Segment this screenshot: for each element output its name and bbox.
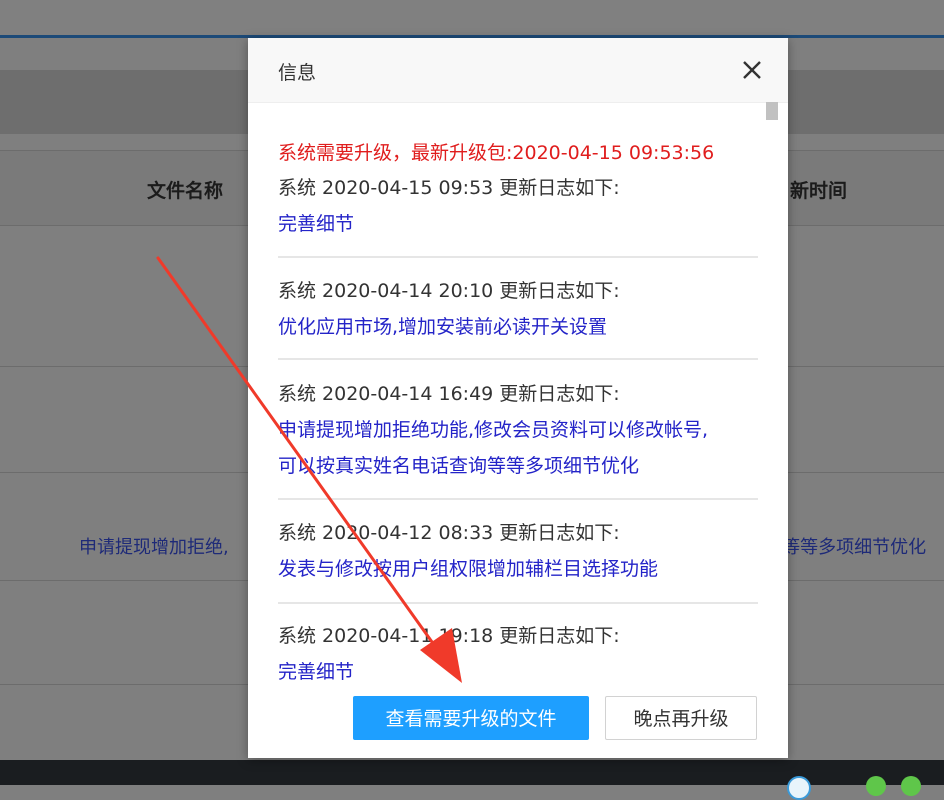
dialog-title: 信息 — [278, 62, 317, 84]
background-column-filename: 文件名称 — [147, 180, 224, 202]
changelog-entry-detail: 可以按真实姓名电话查询等等多项细节优化 — [278, 455, 640, 477]
changelog-entry: 系统 2020-04-14 16:49 更新日志如下: 申请提现增加拒绝功能,修… — [278, 376, 758, 484]
tray-status-icon[interactable] — [866, 776, 886, 796]
changelog-entry-detail: 发表与修改按用户组权限增加辅栏目选择功能 — [278, 558, 659, 580]
changelog-entry-detail: 完善细节 — [278, 661, 355, 683]
changelog-entry-title: 系统 2020-04-14 16:49 更新日志如下: — [278, 383, 620, 405]
changelog-entry-detail: 优化应用市场,增加安装前必读开关设置 — [278, 316, 608, 338]
changelog-entry: 系统 2020-04-14 20:10 更新日志如下: 优化应用市场,增加安装前… — [278, 273, 758, 345]
changelog-divider — [278, 256, 758, 258]
view-upgrade-files-button[interactable]: 查看需要升级的文件 — [353, 696, 589, 740]
changelog-entry-title: 系统 2020-04-14 20:10 更新日志如下: — [278, 280, 620, 302]
dialog-footer: 查看需要升级的文件 晚点再升级 — [248, 688, 788, 758]
changelog-entry-title: 系统 2020-04-12 08:33 更新日志如下: — [278, 522, 620, 544]
background-column-updated: 新时间 — [790, 180, 848, 202]
changelog-entry-title: 系统 2020-04-15 09:53 更新日志如下: — [278, 177, 620, 199]
tray-status-icon[interactable] — [901, 776, 921, 796]
tray-browser-icon[interactable] — [787, 776, 811, 800]
changelog-divider — [278, 498, 758, 500]
dialog-scrollbar[interactable] — [766, 102, 778, 120]
changelog-entry-detail: 完善细节 — [278, 213, 355, 235]
changelog-divider — [278, 602, 758, 604]
dialog-body[interactable]: 系统需要升级，最新升级包:2020-04-15 09:53:56 系统 2020… — [278, 102, 758, 688]
update-info-dialog: 信息 系统需要升级，最新升级包:2020-04-15 09:53:56 系统 2… — [248, 38, 788, 758]
changelog-entry: 系统 2020-04-12 08:33 更新日志如下: 发表与修改按用户组权限增… — [278, 515, 758, 587]
changelog-entry: 系统 2020-04-11 19:18 更新日志如下: 完善细节 — [278, 618, 758, 688]
upgrade-notice: 系统需要升级，最新升级包:2020-04-15 09:53:56 — [278, 142, 715, 164]
background-row-text-left: 申请提现增加拒绝, — [79, 537, 229, 558]
dialog-header: 信息 — [248, 38, 788, 103]
background-top-nav — [0, 0, 944, 35]
changelog-entry-title: 系统 2020-04-11 19:18 更新日志如下: — [278, 625, 620, 647]
upgrade-later-button[interactable]: 晚点再升级 — [605, 696, 757, 740]
changelog-entry: 系统 2020-04-15 09:53 更新日志如下: 完善细节 — [278, 170, 758, 242]
changelog-entry-detail: 申请提现增加拒绝功能,修改会员资料可以修改帐号, — [278, 419, 709, 441]
background-row-text-right: |等等多项细节优化 — [776, 537, 927, 558]
close-icon[interactable] — [738, 56, 766, 84]
changelog-divider — [278, 358, 758, 360]
